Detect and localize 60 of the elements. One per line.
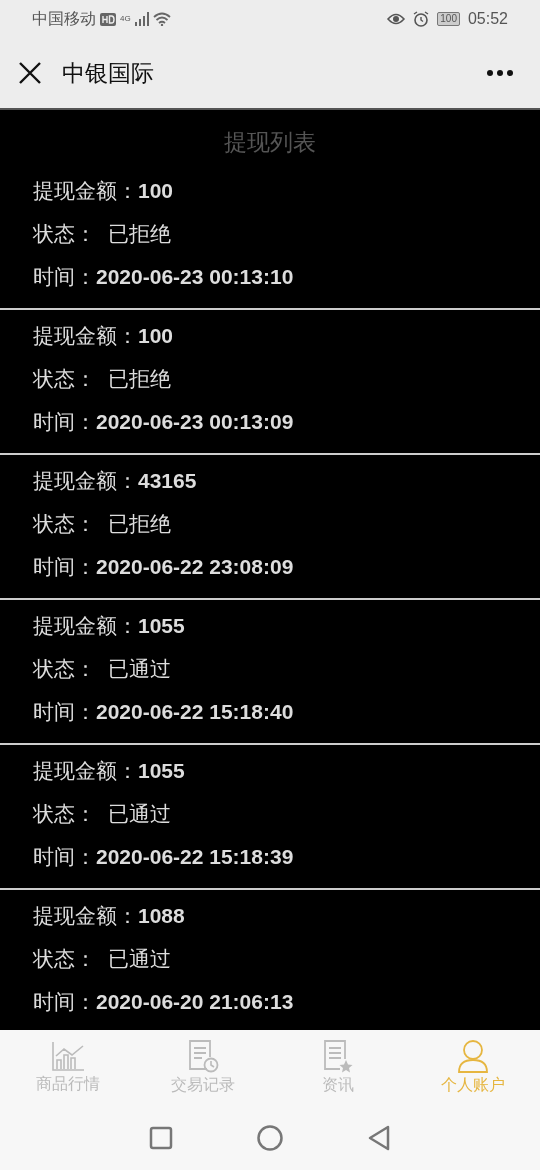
field-label: 状态： (33, 800, 96, 827)
clock-time: 05:52 (467, 9, 508, 29)
battery-level: 100 (437, 12, 460, 26)
home-icon[interactable] (257, 1124, 283, 1151)
field-label: 提现金额： (33, 177, 138, 204)
field-label: 状态： (33, 945, 96, 972)
carrier-name: 中国移动 (32, 9, 96, 29)
amount-value: 100 (138, 322, 174, 349)
amount-value: 1088 (138, 902, 185, 929)
field-label: 时间： (33, 843, 96, 870)
amount-value: 43165 (138, 467, 197, 494)
field-label: 时间： (33, 988, 96, 1015)
close-icon[interactable] (18, 61, 42, 85)
list-title: 提现列表 (223, 128, 317, 157)
eye-icon (387, 13, 406, 25)
field-label: 时间： (33, 553, 96, 580)
document-star-icon (321, 1038, 354, 1073)
document-clock-icon (186, 1038, 219, 1073)
time-value: 2020-06-22 15:18:40 (96, 698, 294, 725)
tab-item[interactable]: 个人账户 (405, 1030, 540, 1105)
field-label: 状态： (33, 510, 96, 537)
time-value: 2020-06-22 15:18:39 (96, 843, 294, 870)
field-label: 提现金额： (33, 612, 138, 639)
recent-apps-icon[interactable] (149, 1125, 173, 1150)
time-value: 2020-06-23 00:13:10 (96, 263, 294, 290)
field-label: 提现金额： (33, 757, 138, 784)
signal-icon (134, 12, 149, 26)
status-value: 已拒绝 (108, 365, 171, 392)
bar-chart-icon (50, 1039, 85, 1072)
field-label: 时间： (33, 698, 96, 725)
wifi-icon (152, 12, 171, 26)
time-value: 2020-06-20 21:06:13 (96, 988, 294, 1015)
person-icon (456, 1038, 489, 1073)
amount-value: 100 (138, 177, 174, 204)
field-label: 时间： (33, 263, 96, 290)
amount-value: 1055 (138, 612, 185, 639)
status-value: 已通过 (108, 800, 171, 827)
field-label: 状态： (33, 655, 96, 682)
status-value: 已拒绝 (108, 220, 171, 247)
time-value: 2020-06-22 23:08:09 (96, 553, 294, 580)
field-label: 状态： (33, 365, 96, 392)
page-title: 中银国际 (62, 58, 154, 88)
more-icon[interactable] (486, 69, 514, 77)
network-type: 4G (120, 13, 131, 25)
tab-item[interactable]: 商品行情 (0, 1030, 135, 1105)
status-value: 已拒绝 (108, 510, 171, 537)
status-value: 已通过 (108, 945, 171, 972)
alarm-icon (413, 11, 430, 27)
tab-item[interactable]: 交易记录 (135, 1030, 270, 1105)
hd-icon (100, 12, 116, 26)
status-value: 已通过 (108, 655, 171, 682)
tab-item[interactable]: 资讯 (270, 1030, 405, 1105)
back-icon[interactable] (367, 1124, 391, 1151)
amount-value: 1055 (138, 757, 185, 784)
field-label: 提现金额： (33, 322, 138, 349)
field-label: 时间： (33, 408, 96, 435)
time-value: 2020-06-23 00:13:09 (96, 408, 294, 435)
field-label: 提现金额： (33, 902, 138, 929)
field-label: 状态： (33, 220, 96, 247)
field-label: 提现金额： (33, 467, 138, 494)
